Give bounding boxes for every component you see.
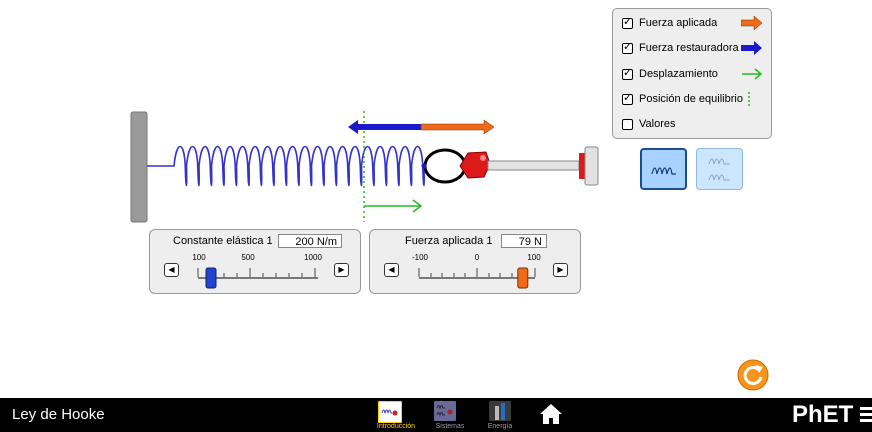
- spring-coils: [147, 145, 425, 187]
- spring-constant-panel: Constante elástica 1 200 N/m 100 500 100…: [149, 229, 361, 294]
- wall: [130, 111, 148, 223]
- slider-thumb[interactable]: [205, 267, 217, 289]
- checkbox-values[interactable]: Valores: [622, 118, 675, 130]
- decrement-button[interactable]: ◀: [164, 263, 179, 277]
- tick-label: 100: [527, 253, 541, 262]
- screen-button-systems[interactable]: Sistemas: [428, 398, 472, 432]
- robotic-arm[interactable]: [423, 146, 599, 186]
- checkbox-label: Fuerza aplicada: [639, 17, 718, 29]
- checkbox-applied-force[interactable]: ✓ Fuerza aplicada: [622, 15, 718, 29]
- screen-label: Energía: [487, 423, 513, 430]
- triangle-left-icon: ◀: [168, 265, 175, 274]
- increment-button[interactable]: ▶: [553, 263, 568, 277]
- checkbox-displacement[interactable]: ✓ Desplazamiento: [622, 66, 718, 80]
- checkbox-label: Posición de equilibrio: [639, 93, 743, 105]
- tick-label: 0: [474, 253, 480, 262]
- spring-attachment-point: [421, 163, 427, 169]
- checkbox-label: Desplazamiento: [639, 68, 718, 80]
- applied-force-slider[interactable]: [415, 265, 543, 289]
- single-spring-icon: [651, 167, 676, 175]
- checkbox-label: Fuerza restauradora: [639, 42, 739, 54]
- applied-force-title: Fuerza aplicada 1: [405, 235, 493, 247]
- triangle-right-icon: ▶: [338, 265, 345, 274]
- spring-constant-value: 200 N/m: [278, 234, 342, 248]
- reset-all-button[interactable]: [736, 358, 770, 392]
- tick-label: -100: [411, 253, 429, 262]
- checkbox-box[interactable]: ✓: [622, 40, 633, 54]
- systems-screen-icon: [434, 401, 456, 421]
- spring-constant-slider[interactable]: [194, 265, 322, 289]
- two-springs-view-button[interactable]: [696, 148, 743, 190]
- screen-label: Sistemas: [435, 423, 465, 430]
- checkmark-icon: ✓: [623, 91, 633, 104]
- checkbox-box[interactable]: [622, 118, 633, 130]
- green-arrow-icon: [742, 68, 763, 80]
- displacement-arrow: [364, 199, 423, 213]
- spring-constant-title: Constante elástica 1: [173, 235, 273, 247]
- checkbox-box[interactable]: ✓: [622, 15, 633, 29]
- applied-force-panel: Fuerza aplicada 1 79 N -100 0 100 ◀ ▶: [369, 229, 581, 294]
- tick-label: 500: [241, 253, 255, 262]
- checkmark-icon: ✓: [623, 66, 633, 79]
- checkbox-box[interactable]: ✓: [622, 91, 633, 105]
- triangle-right-icon: ▶: [557, 265, 564, 274]
- screen-label: Introducción: [376, 423, 416, 430]
- checkmark-icon: ✓: [623, 15, 633, 28]
- tick-label: 1000: [304, 253, 322, 262]
- introduction-screen-icon: [378, 401, 402, 423]
- slider-thumb[interactable]: [517, 267, 529, 289]
- checkbox-label: Valores: [639, 118, 676, 130]
- checkbox-equilibrium-position[interactable]: ✓ Posición de equilibrio: [622, 91, 743, 105]
- screen-button-introduction[interactable]: Introducción: [370, 398, 422, 432]
- two-springs-icon: [708, 158, 730, 181]
- screen-button-energy[interactable]: Energía: [484, 398, 528, 432]
- increment-button[interactable]: ▶: [334, 263, 349, 277]
- menu-icon[interactable]: [860, 406, 872, 424]
- green-dotted-line-icon: [748, 92, 750, 108]
- blue-arrow-icon: [741, 41, 762, 55]
- decrement-button[interactable]: ◀: [384, 263, 399, 277]
- checkbox-restoring-force[interactable]: ✓ Fuerza restauradora: [622, 40, 739, 54]
- restoring-force-arrow: [348, 120, 421, 134]
- checkbox-box[interactable]: ✓: [622, 66, 633, 80]
- applied-force-value: 79 N: [501, 234, 547, 248]
- single-spring-view-button[interactable]: [640, 148, 687, 190]
- home-icon[interactable]: [539, 403, 563, 425]
- triangle-left-icon: ◀: [388, 265, 395, 274]
- sim-title: Ley de Hooke: [12, 406, 105, 423]
- tick-label: 100: [192, 253, 206, 262]
- applied-force-arrow: [420, 119, 495, 135]
- phet-logo: PhET: [792, 401, 854, 428]
- orange-arrow-icon: [741, 16, 763, 30]
- energy-screen-icon: [489, 401, 511, 421]
- spring-scene: [130, 111, 599, 223]
- checkmark-icon: ✓: [623, 40, 633, 53]
- navigation-bar: Ley de Hooke Introducción Sistemas Energ…: [0, 398, 872, 432]
